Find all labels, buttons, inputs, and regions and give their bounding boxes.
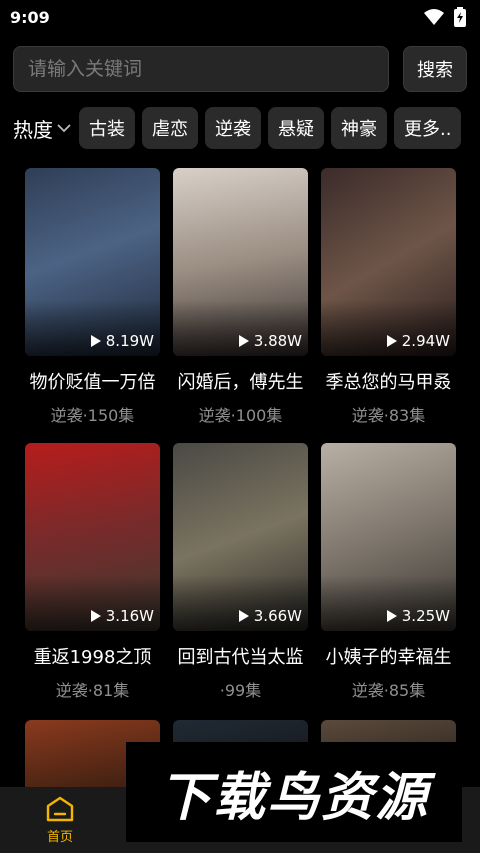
drama-card[interactable]: 3.66W 回到古代当太监 ·99集 (173, 443, 308, 701)
view-count: 3.25W (386, 607, 450, 625)
view-count-text: 3.16W (105, 607, 154, 625)
play-icon (238, 610, 249, 622)
view-count: 3.66W (238, 607, 302, 625)
status-time: 9:09 (10, 7, 50, 27)
category-filter-row: 热度 古装 虐恋 逆袭 悬疑 神豪 更多.. (13, 107, 473, 149)
play-icon (90, 335, 101, 347)
drama-card[interactable]: 3.88W 闪婚后，傅先生 逆袭·100集 (173, 168, 308, 426)
sort-label: 热度 (13, 117, 53, 142)
drama-meta: 逆袭·150集 (50, 406, 135, 425)
home-icon (46, 796, 74, 821)
drama-title: 季总您的马甲叒 (325, 372, 452, 393)
view-count-text: 3.88W (253, 332, 302, 350)
drama-poster: 3.25W (321, 443, 456, 631)
wifi-icon (424, 9, 444, 25)
drama-title: 小姨子的幸福生 (325, 647, 452, 668)
status-bar: 9:09 (0, 0, 480, 34)
drama-title: 重返1998之顶 (33, 647, 152, 668)
play-icon (90, 610, 101, 622)
search-bar: 搜索 (13, 46, 467, 92)
drama-poster: 8.19W (25, 168, 160, 356)
view-count: 8.19W (90, 332, 154, 350)
chevron-down-icon (57, 124, 71, 133)
drama-meta: 逆袭·83集 (351, 406, 426, 425)
category-chip-romance[interactable]: 虐恋 (142, 107, 198, 149)
drama-meta: ·99集 (219, 681, 262, 700)
battery-icon (454, 7, 466, 27)
drama-grid: 8.19W 物价贬值一万倍 逆袭·150集 3.88W 闪婚后，傅先生 逆袭·1… (25, 168, 456, 701)
search-input[interactable] (13, 46, 389, 92)
view-count: 2.94W (386, 332, 450, 350)
sort-dropdown[interactable]: 热度 (13, 114, 71, 143)
drama-poster: 2.94W (321, 168, 456, 356)
drama-meta: 逆袭·100集 (198, 406, 283, 425)
drama-card[interactable]: 8.19W 物价贬值一万倍 逆袭·150集 (25, 168, 160, 426)
drama-meta: 逆袭·85集 (351, 681, 426, 700)
drama-title: 回到古代当太监 (177, 647, 304, 668)
drama-card[interactable]: 2.94W 季总您的马甲叒 逆袭·83集 (321, 168, 456, 426)
drama-card[interactable]: 3.16W 重返1998之顶 逆袭·81集 (25, 443, 160, 701)
view-count-text: 3.66W (253, 607, 302, 625)
drama-title: 物价贬值一万倍 (29, 372, 156, 393)
drama-poster: 3.88W (173, 168, 308, 356)
category-chip-suspense[interactable]: 悬疑 (268, 107, 324, 149)
category-chip-comeback[interactable]: 逆袭 (205, 107, 261, 149)
drama-meta: 逆袭·81集 (55, 681, 130, 700)
play-icon (386, 335, 397, 347)
drama-card[interactable]: 3.25W 小姨子的幸福生 逆袭·85集 (321, 443, 456, 701)
drama-poster: 3.66W (173, 443, 308, 631)
nav-home[interactable]: 首页 (0, 787, 120, 853)
view-count-text: 3.25W (401, 607, 450, 625)
drama-poster: 3.16W (25, 443, 160, 631)
view-count: 3.88W (238, 332, 302, 350)
nav-home-label: 首页 (46, 829, 73, 845)
view-count-text: 2.94W (401, 332, 450, 350)
view-count-text: 8.19W (105, 332, 154, 350)
category-chip-costume[interactable]: 古装 (79, 107, 135, 149)
play-icon (386, 610, 397, 622)
view-count: 3.16W (90, 607, 154, 625)
drama-title: 闪婚后，傅先生 (177, 372, 304, 393)
watermark-text: 下载鸟资源 (158, 767, 429, 828)
watermark: 下载鸟资源 (126, 742, 462, 842)
play-icon (238, 335, 249, 347)
category-chip-more[interactable]: 更多.. (394, 107, 462, 149)
status-icons (424, 7, 466, 27)
category-chip-tycoon[interactable]: 神豪 (331, 107, 387, 149)
search-button[interactable]: 搜索 (403, 46, 467, 92)
